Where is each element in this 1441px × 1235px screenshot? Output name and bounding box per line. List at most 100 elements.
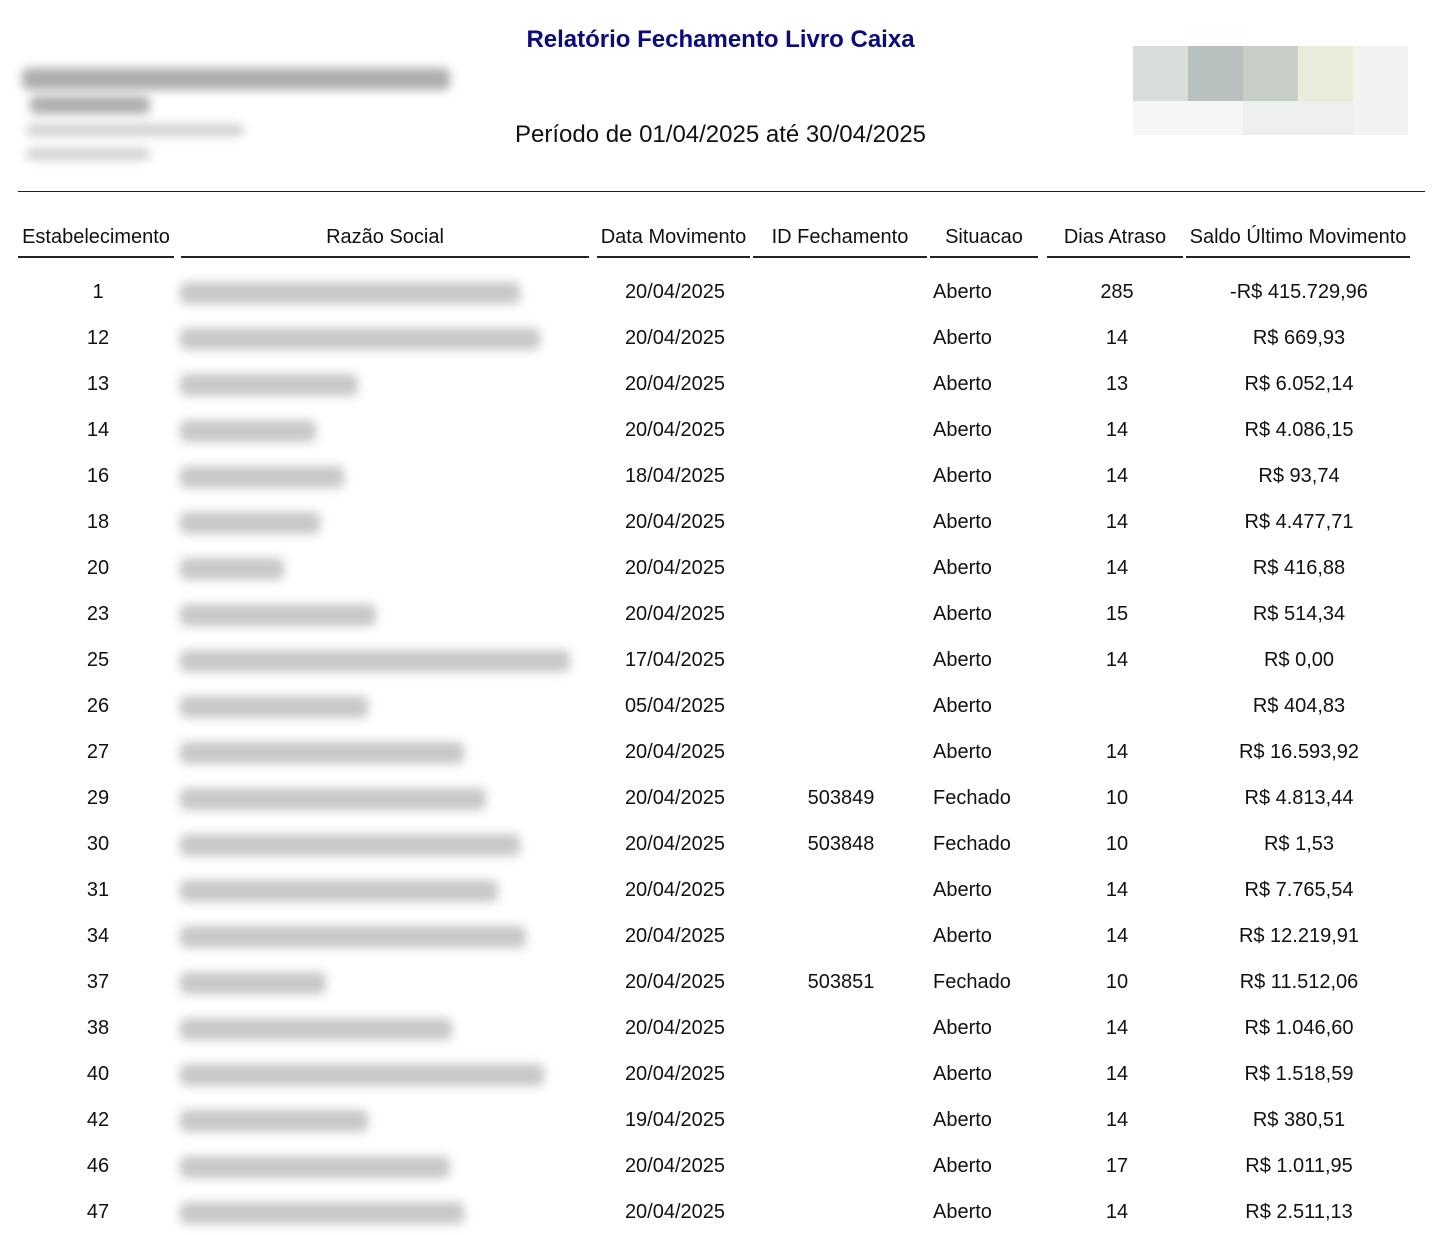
- redacted-text: [180, 696, 368, 718]
- cell-saldo: R$ 0,00: [1263, 649, 1335, 671]
- cell-saldo: R$ 93,74: [1258, 465, 1340, 487]
- cell-estabelecimento: 23: [86, 603, 110, 625]
- cell-estabelecimento: 26: [86, 695, 110, 717]
- cell-dias-atraso: 14: [1105, 925, 1129, 947]
- company-logo-redacted: [1133, 46, 1408, 135]
- cell-situacao: Aberto: [933, 695, 992, 717]
- table-row: 20 20/04/2025 Aberto 14 R$ 416,88: [0, 545, 1441, 591]
- cell-dias-atraso: 14: [1105, 419, 1129, 441]
- cell-saldo: R$ 1.518,59: [1244, 1063, 1354, 1085]
- cell-dias-atraso: 14: [1105, 1017, 1129, 1039]
- cell-data-movimento: 20/04/2025: [624, 603, 726, 625]
- table-row: 46 20/04/2025 Aberto 17 R$ 1.011,95: [0, 1143, 1441, 1189]
- table-row: 29 20/04/2025 503849 Fechado 10 R$ 4.813,44: [0, 775, 1441, 821]
- cell-saldo: R$ 416,88: [1252, 557, 1346, 579]
- cell-data-movimento: 18/04/2025: [624, 465, 726, 487]
- cell-estabelecimento: 27: [86, 741, 110, 763]
- cell-estabelecimento: 30: [86, 833, 110, 855]
- cell-dias-atraso: 13: [1105, 373, 1129, 395]
- cell-situacao: Fechado: [933, 833, 1011, 855]
- redacted-text: [180, 1110, 368, 1132]
- table-row: 23 20/04/2025 Aberto 15 R$ 514,34: [0, 591, 1441, 637]
- cell-situacao: Aberto: [933, 373, 992, 395]
- cell-situacao: Aberto: [933, 1201, 992, 1223]
- cell-saldo: R$ 6.052,14: [1244, 373, 1354, 395]
- cell-dias-atraso: 14: [1105, 879, 1129, 901]
- redacted-text: [180, 374, 358, 396]
- table-row: 34 20/04/2025 Aberto 14 R$ 12.219,91: [0, 913, 1441, 959]
- redacted-text: [180, 972, 326, 994]
- cell-dias-atraso: 10: [1105, 787, 1129, 809]
- cell-saldo: R$ 380,51: [1252, 1109, 1346, 1131]
- cell-situacao: Aberto: [933, 327, 992, 349]
- col-header-id-fechamento: ID Fechamento: [753, 226, 927, 258]
- cell-dias-atraso: 14: [1105, 649, 1129, 671]
- table-row: 12 20/04/2025 Aberto 14 R$ 669,93: [0, 315, 1441, 361]
- cell-id-fechamento: 503851: [807, 971, 875, 993]
- redacted-text: [180, 1064, 544, 1086]
- cell-data-movimento: 17/04/2025: [624, 649, 726, 671]
- table-row: 18 20/04/2025 Aberto 14 R$ 4.477,71: [0, 499, 1441, 545]
- cell-dias-atraso: 10: [1105, 833, 1129, 855]
- cell-situacao: Aberto: [933, 741, 992, 763]
- cell-data-movimento: 20/04/2025: [624, 1063, 726, 1085]
- table-row: 30 20/04/2025 503848 Fechado 10 R$ 1,53: [0, 821, 1441, 867]
- redacted-text: [180, 466, 344, 488]
- redacted-text: [180, 742, 464, 764]
- cell-estabelecimento: 37: [86, 971, 110, 993]
- cell-data-movimento: 20/04/2025: [624, 327, 726, 349]
- cell-estabelecimento: 42: [86, 1109, 110, 1131]
- cell-estabelecimento: 31: [86, 879, 110, 901]
- cell-data-movimento: 20/04/2025: [624, 1155, 726, 1177]
- cell-situacao: Aberto: [933, 649, 992, 671]
- company-info-redacted: [20, 62, 460, 172]
- table-row: 26 05/04/2025 Aberto R$ 404,83: [0, 683, 1441, 729]
- cell-data-movimento: 20/04/2025: [624, 833, 726, 855]
- cell-saldo: -R$ 415.729,96: [1230, 281, 1368, 303]
- cell-dias-atraso: 15: [1105, 603, 1129, 625]
- cell-situacao: Aberto: [933, 879, 992, 901]
- cell-data-movimento: 20/04/2025: [624, 925, 726, 947]
- cell-id-fechamento: 503849: [807, 787, 875, 809]
- col-header-saldo: Saldo Último Movimento: [1186, 226, 1410, 258]
- cell-saldo: R$ 2.511,13: [1245, 1201, 1353, 1223]
- cell-dias-atraso: 14: [1105, 741, 1129, 763]
- redacted-text: [180, 1202, 464, 1224]
- redacted-text: [180, 604, 376, 626]
- logo-tile: [1298, 46, 1353, 101]
- redacted-text: [180, 328, 540, 350]
- cell-estabelecimento: 18: [86, 511, 110, 533]
- table-row: 47 20/04/2025 Aberto 14 R$ 2.511,13: [0, 1189, 1441, 1235]
- logo-tile: [1243, 101, 1353, 135]
- header-divider: [18, 191, 1425, 192]
- cell-estabelecimento: 14: [86, 419, 110, 441]
- cell-saldo: R$ 404,83: [1252, 695, 1346, 717]
- cell-dias-atraso: 14: [1105, 327, 1129, 349]
- cell-saldo: R$ 7.765,54: [1244, 879, 1354, 901]
- redacted-text: [180, 512, 320, 534]
- logo-tile: [1188, 46, 1243, 101]
- table-row: 27 20/04/2025 Aberto 14 R$ 16.593,92: [0, 729, 1441, 775]
- cell-dias-atraso: 285: [1100, 281, 1134, 303]
- cell-estabelecimento: 40: [86, 1063, 110, 1085]
- cell-estabelecimento: 16: [86, 465, 110, 487]
- cell-dias-atraso: 14: [1105, 511, 1129, 533]
- cell-saldo: R$ 4.086,15: [1244, 419, 1354, 441]
- redacted-text: [180, 1018, 452, 1040]
- cell-situacao: Aberto: [933, 1063, 992, 1085]
- cell-data-movimento: 19/04/2025: [624, 1109, 726, 1131]
- cell-data-movimento: 20/04/2025: [624, 1017, 726, 1039]
- cell-dias-atraso: 14: [1105, 1109, 1129, 1131]
- cell-estabelecimento: 13: [86, 373, 110, 395]
- cell-saldo: R$ 1.011,95: [1245, 1155, 1353, 1177]
- cell-saldo: R$ 4.477,71: [1244, 511, 1354, 533]
- cell-situacao: Aberto: [933, 1017, 992, 1039]
- redacted-text: [180, 788, 486, 810]
- cell-saldo: R$ 1.046,60: [1244, 1017, 1354, 1039]
- cell-dias-atraso: 10: [1105, 971, 1129, 993]
- cell-estabelecimento: 38: [86, 1017, 110, 1039]
- redacted-text: [180, 282, 520, 304]
- cell-situacao: Aberto: [933, 603, 992, 625]
- table-row: 14 20/04/2025 Aberto 14 R$ 4.086,15: [0, 407, 1441, 453]
- cell-estabelecimento: 46: [86, 1155, 110, 1177]
